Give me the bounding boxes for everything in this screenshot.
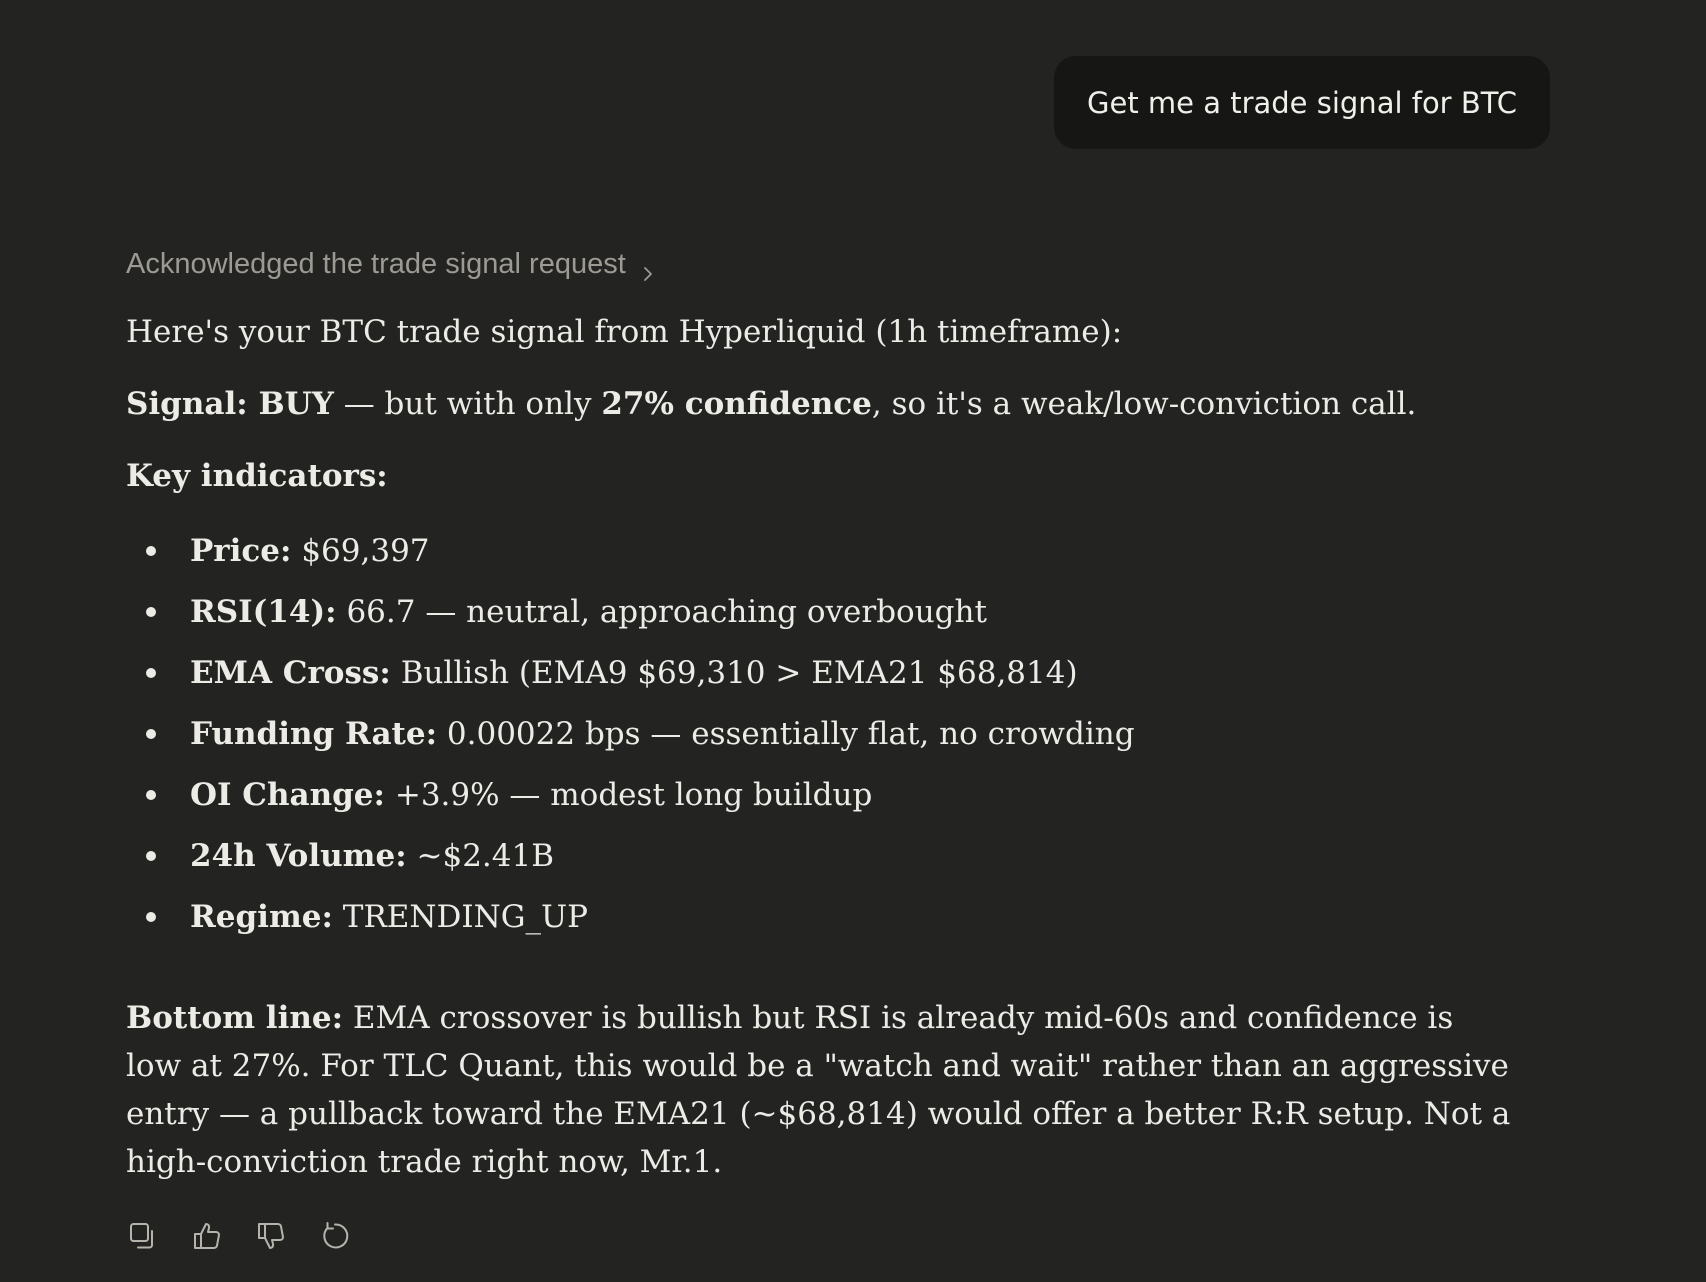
indicators-list: Price: $69,397 RSI(14): 66.7 — neutral, … [126,530,1135,957]
copy-button[interactable] [126,1221,160,1255]
indicator-label: Funding Rate: [190,716,438,752]
indicator-item-oi-change: OI Change: +3.9% — modest long buildup [126,774,1135,835]
indicator-value: 0.00022 bps — essentially flat, no crowd… [446,716,1135,752]
response-intro: Here's your BTC trade signal from Hyperl… [126,314,1123,350]
indicator-item-ema-cross: EMA Cross: Bullish (EMA9 $69,310 > EMA21… [126,652,1135,713]
thumbs-down-button[interactable] [254,1221,288,1255]
thinking-summary-label: Acknowledged the trade signal request [126,248,626,280]
retry-button[interactable] [318,1221,352,1255]
indicator-label: Regime: [190,899,333,935]
signal-mid-text: — but with only [333,386,602,422]
copy-icon [127,1220,159,1257]
indicator-item-rsi: RSI(14): 66.7 — neutral, approaching ove… [126,591,1135,652]
indicator-label: EMA Cross: [190,655,391,691]
message-actions-bar [126,1221,352,1255]
indicator-item-funding-rate: Funding Rate: 0.00022 bps — essentially … [126,713,1135,774]
bottom-line-label: Bottom line: [126,1000,344,1036]
indicator-label: 24h Volume: [190,838,407,874]
signal-tail-text: , so it's a weak/low-conviction call. [871,386,1417,422]
thumbs-down-icon [255,1220,287,1257]
signal-line: Signal: BUY — but with only 27% confiden… [126,383,1416,425]
indicator-value: TRENDING_UP [342,899,589,935]
chevron-right-icon [640,257,656,281]
indicator-value: $69,397 [301,533,430,569]
user-message-bubble: Get me a trade signal for BTC [1054,56,1550,149]
indicator-label: Price: [190,533,292,569]
bullet-dot [146,851,156,861]
indicator-value: 66.7 — neutral, approaching overbought [346,594,987,630]
indicator-value: +3.9% — modest long buildup [394,777,873,813]
bullet-dot [146,546,156,556]
indicator-label: RSI(14): [190,594,337,630]
signal-label: Signal: BUY [126,386,334,422]
thumbs-up-icon [191,1220,223,1257]
bullet-dot [146,607,156,617]
signal-confidence: 27% confidence [601,386,872,422]
indicator-item-24h-volume: 24h Volume: ~$2.41B [126,835,1135,896]
indicator-label: OI Change: [190,777,385,813]
retry-icon [319,1220,351,1257]
thinking-summary-toggle[interactable]: Acknowledged the trade signal request [126,248,656,281]
bottom-line-paragraph: Bottom line: EMA crossover is bullish bu… [126,994,1516,1186]
bullet-dot [146,912,156,922]
indicators-heading: Key indicators: [126,458,388,494]
indicator-value: ~$2.41B [416,838,555,874]
user-message-text: Get me a trade signal for BTC [1087,85,1517,120]
indicator-value: Bullish (EMA9 $69,310 > EMA21 $68,814) [400,655,1078,691]
indicator-item-regime: Regime: TRENDING_UP [126,896,1135,957]
indicator-item-price: Price: $69,397 [126,530,1135,591]
thumbs-up-button[interactable] [190,1221,224,1255]
bullet-dot [146,790,156,800]
bullet-dot [146,668,156,678]
bullet-dot [146,729,156,739]
